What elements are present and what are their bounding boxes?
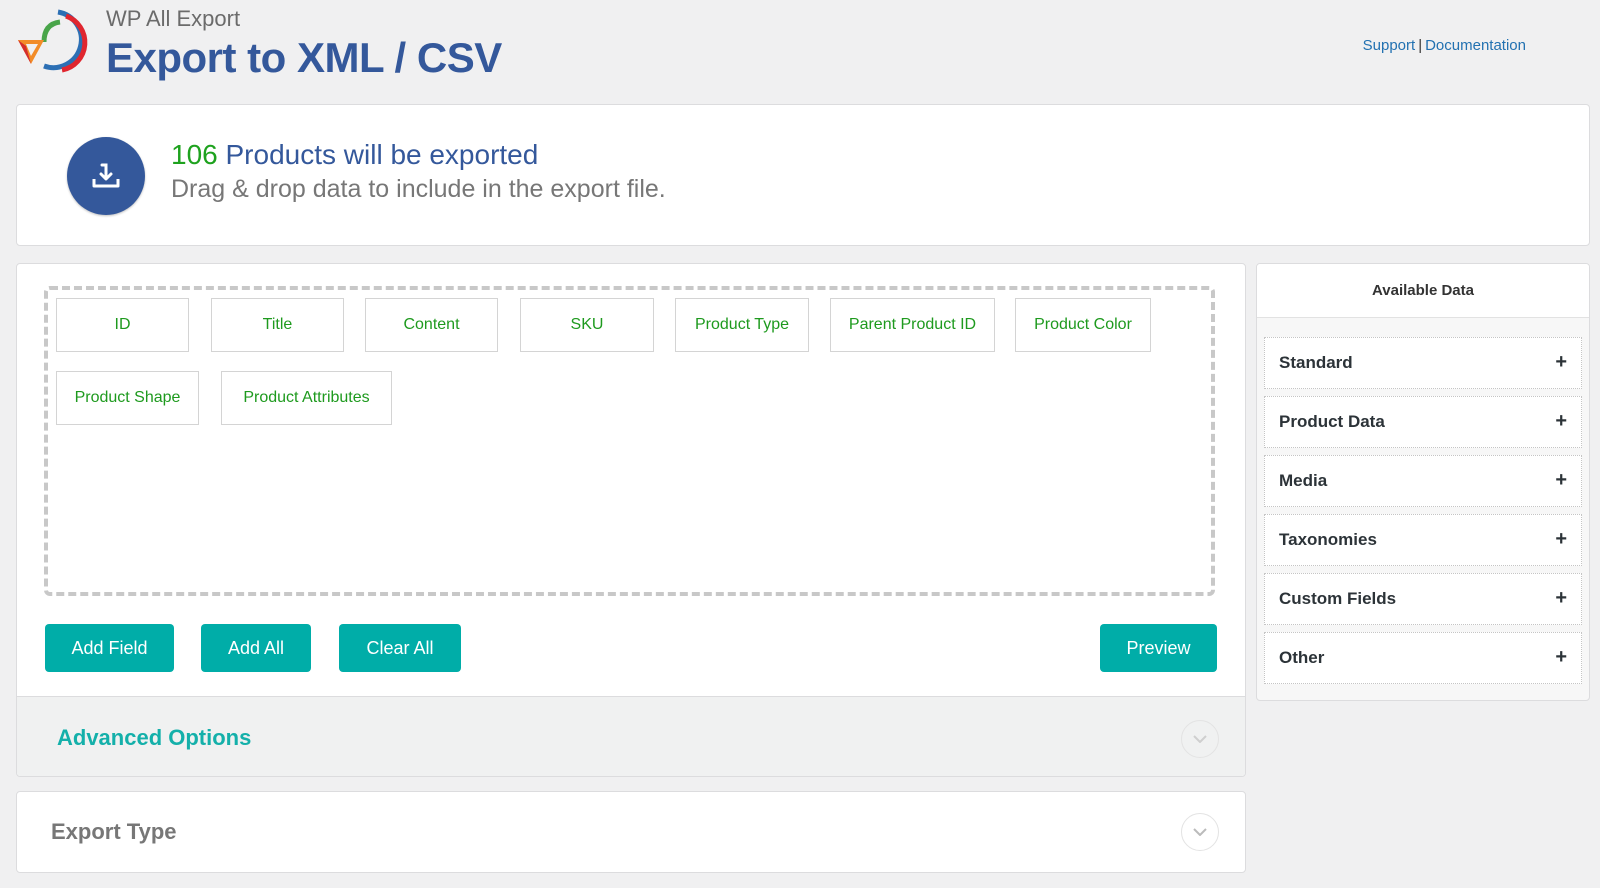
- chevron-down-icon: [1193, 828, 1207, 836]
- available-data-panel: Available Data Standard + Product Data +…: [1256, 263, 1590, 701]
- download-icon: [67, 137, 145, 215]
- field-chip-id[interactable]: ID: [56, 298, 189, 352]
- section-label: Media: [1279, 471, 1328, 490]
- clear-all-button[interactable]: Clear All: [339, 624, 461, 672]
- advanced-options-toggle[interactable]: [1181, 720, 1219, 758]
- plus-icon: +: [1555, 528, 1567, 550]
- field-chip-content[interactable]: Content: [365, 298, 498, 352]
- available-data-title: Available Data: [1257, 264, 1589, 318]
- available-section-taxonomies[interactable]: Taxonomies +: [1264, 514, 1582, 566]
- field-chip-product-type[interactable]: Product Type: [675, 298, 809, 352]
- plus-icon: +: [1555, 587, 1567, 609]
- export-count-heading: 106 Products will be exported: [171, 139, 538, 171]
- section-label: Product Data: [1279, 412, 1385, 431]
- section-label: Taxonomies: [1279, 530, 1377, 549]
- export-type-toggle[interactable]: [1181, 813, 1219, 851]
- support-link[interactable]: Support: [1363, 37, 1416, 54]
- plus-icon: +: [1555, 646, 1567, 668]
- field-chip-product-attributes[interactable]: Product Attributes: [221, 371, 392, 425]
- export-fields-panel: ID Title Content SKU Product Type Parent…: [16, 263, 1246, 777]
- export-summary-card: 106 Products will be exported Drag & dro…: [16, 104, 1590, 246]
- export-type-label: Export Type: [51, 819, 177, 844]
- section-label: Custom Fields: [1279, 589, 1397, 608]
- plus-icon: +: [1555, 351, 1567, 373]
- add-field-button[interactable]: Add Field: [45, 624, 174, 672]
- top-links: Support | Documentation: [1363, 37, 1526, 54]
- link-separator: |: [1418, 37, 1423, 54]
- field-chip-sku[interactable]: SKU: [520, 298, 654, 352]
- available-section-other[interactable]: Other +: [1264, 632, 1582, 684]
- field-chip-title[interactable]: Title: [211, 298, 344, 352]
- export-count-text: Products will be exported: [225, 139, 539, 170]
- preview-button[interactable]: Preview: [1100, 624, 1217, 672]
- field-chip-product-shape[interactable]: Product Shape: [56, 371, 199, 425]
- advanced-options-section[interactable]: Advanced Options: [17, 696, 1245, 776]
- export-count: 106: [171, 139, 218, 170]
- chevron-down-icon: [1193, 735, 1207, 743]
- documentation-link[interactable]: Documentation: [1425, 37, 1526, 54]
- field-chip-product-color[interactable]: Product Color: [1015, 298, 1151, 352]
- page-header: WP All Export Export to XML / CSV Suppor…: [0, 0, 1600, 100]
- available-section-standard[interactable]: Standard +: [1264, 337, 1582, 389]
- section-label: Standard: [1279, 353, 1353, 372]
- page-title: Export to XML / CSV: [106, 34, 502, 81]
- section-label: Other: [1279, 648, 1325, 667]
- advanced-options-label: Advanced Options: [57, 725, 252, 750]
- wp-all-export-logo-icon: [18, 9, 88, 73]
- plus-icon: +: [1555, 410, 1567, 432]
- export-subtitle: Drag & drop data to include in the expor…: [171, 175, 666, 203]
- available-section-media[interactable]: Media +: [1264, 455, 1582, 507]
- plus-icon: +: [1555, 469, 1567, 491]
- field-chip-parent-product-id[interactable]: Parent Product ID: [830, 298, 995, 352]
- add-all-button[interactable]: Add All: [201, 624, 311, 672]
- available-section-custom-fields[interactable]: Custom Fields +: [1264, 573, 1582, 625]
- plugin-name: WP All Export: [106, 6, 241, 31]
- export-type-section[interactable]: Export Type: [16, 791, 1246, 873]
- available-section-product-data[interactable]: Product Data +: [1264, 396, 1582, 448]
